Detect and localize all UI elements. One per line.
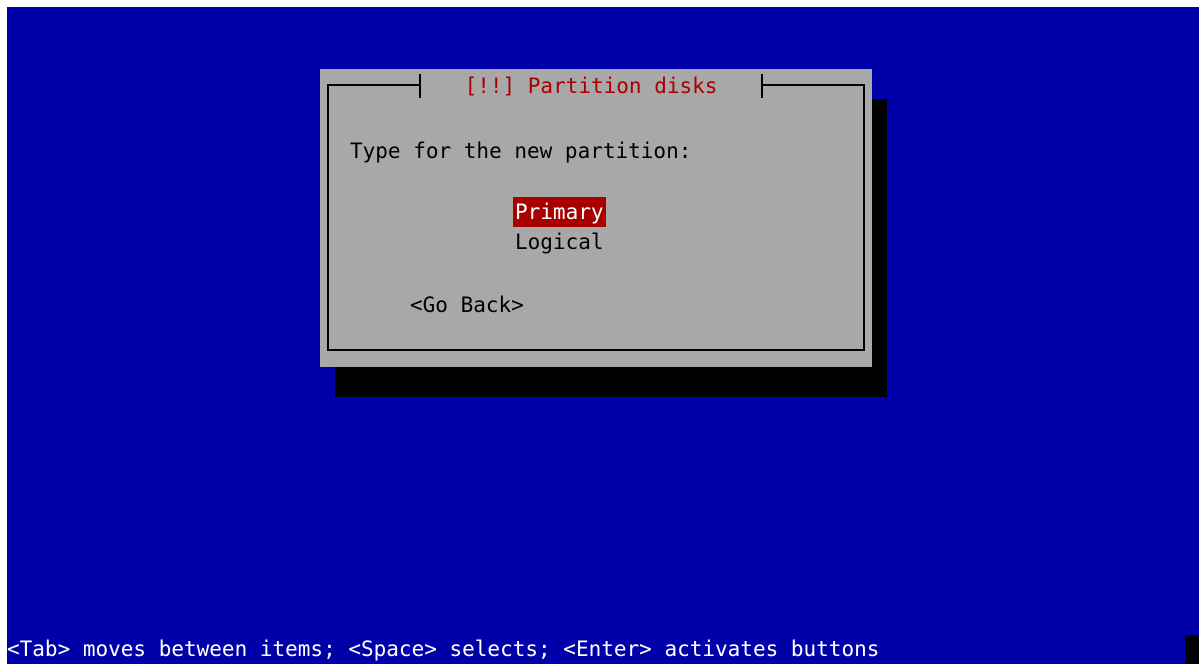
frame-top-left-line [327,84,421,86]
status-bar-help: <Tab> moves between items; <Space> selec… [7,637,880,661]
dialog-title: [!!] Partition disks [464,74,718,98]
text-cursor [1185,635,1199,664]
option-logical[interactable]: Logical [513,227,606,257]
title-right-tick [761,74,763,98]
partition-type-list: Primary Logical [513,197,606,257]
partition-type-prompt: Type for the new partition: [350,139,692,163]
option-primary[interactable]: Primary [513,197,606,227]
installer-screen: [!!] Partition disks Type for the new pa… [7,7,1199,664]
frame-top-right-line [761,84,863,86]
go-back-button[interactable]: <Go Back> [410,291,524,319]
partition-dialog: [!!] Partition disks Type for the new pa… [320,69,872,367]
title-left-tick [419,74,421,98]
